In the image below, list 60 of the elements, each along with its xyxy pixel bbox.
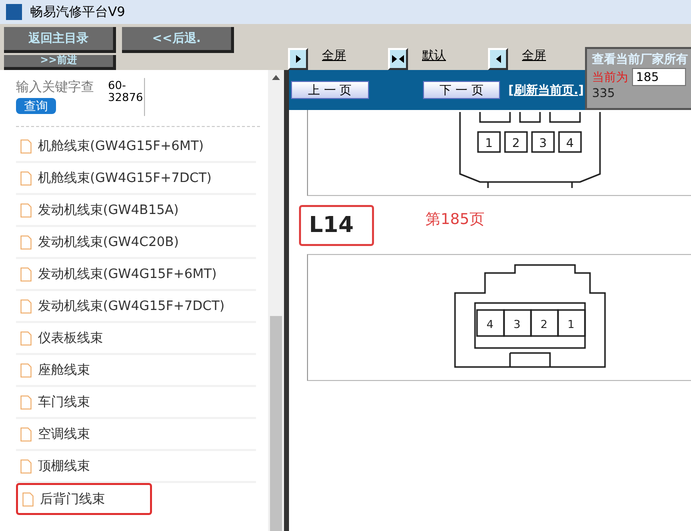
sidebar-item[interactable]: 空调线束 xyxy=(16,419,256,451)
item-label: 顶棚线束 xyxy=(38,458,90,475)
sidebar-item[interactable]: 后背门线束 xyxy=(16,483,152,515)
split-icon[interactable] xyxy=(388,48,408,70)
sidebar-item[interactable]: 发动机线束(GW4G15F+7DCT) xyxy=(16,291,256,323)
document-icon xyxy=(22,492,34,506)
item-label: 机舱线束(GW4G15F+7DCT) xyxy=(38,170,212,187)
page-total: 335 xyxy=(592,86,616,100)
item-label: 车门线束 xyxy=(38,394,90,411)
connector-drawing: 1 2 3 4 xyxy=(450,110,610,188)
next-page-button[interactable]: 下 一 页 xyxy=(422,81,500,99)
window-title: 畅易汽修平台V9 xyxy=(30,4,126,21)
toolbar-button[interactable]: >>前进 xyxy=(4,55,116,70)
sidebar-item[interactable]: 机舱线束(GW4G15F+6MT) xyxy=(16,131,256,163)
scroll-up-icon[interactable] xyxy=(272,74,280,80)
sidebar-item[interactable]: 仪表板线束 xyxy=(16,323,256,355)
sidebar-item[interactable]: 发动机线束(GW4G15F+6MT) xyxy=(16,259,256,291)
sidebar-item[interactable]: 机舱线束(GW4G15F+7DCT) xyxy=(16,163,256,195)
view-link[interactable]: 全屏 xyxy=(522,48,546,70)
item-label: 发动机线束(GW4G15F+6MT) xyxy=(38,266,217,283)
page-input[interactable]: 185 xyxy=(632,68,686,86)
toolbar-button[interactable]: 返回主目录 xyxy=(4,27,116,53)
item-label: 发动机线束(GW4B15A) xyxy=(38,202,179,219)
toolbar-button[interactable]: <<后退. xyxy=(122,27,234,53)
item-label: 发动机线束(GW4G15F+7DCT) xyxy=(38,298,225,315)
search-label: 输入关键字查 xyxy=(16,79,94,96)
item-label: 机舱线束(GW4G15F+6MT) xyxy=(38,138,204,155)
sidebar-item[interactable]: 发动机线束(GW4C20B) xyxy=(16,227,256,259)
document-icon xyxy=(20,202,32,218)
page-number: 第185页 xyxy=(426,210,484,228)
document-icon xyxy=(20,298,32,314)
view-link[interactable]: 全屏 xyxy=(322,48,346,70)
item-label: 仪表板线束 xyxy=(38,330,103,347)
item-label: 座舱线束 xyxy=(38,362,90,379)
document-icon xyxy=(20,234,32,250)
item-label: 空调线束 xyxy=(38,426,90,443)
sidebar-item[interactable]: 座舱线束 xyxy=(16,355,256,387)
sidebar-item[interactable]: 顶棚线束 xyxy=(16,451,256,483)
app-icon xyxy=(6,4,22,20)
current-label: 当前为 xyxy=(592,68,628,86)
document-icon xyxy=(20,170,32,186)
document-icon xyxy=(20,426,32,442)
item-label: 发动机线束(GW4C20B) xyxy=(38,234,179,251)
document-icon xyxy=(20,138,32,154)
item-label: 后背门线束 xyxy=(40,491,105,508)
view-link[interactable]: 默认 xyxy=(422,48,446,70)
document-icon xyxy=(20,394,32,410)
scroll-thumb[interactable] xyxy=(270,316,282,531)
search-button[interactable]: 查询 xyxy=(16,98,56,114)
sidebar-item[interactable]: 发动机线束(GW4B15A) xyxy=(16,195,256,227)
document-icon xyxy=(20,266,32,282)
page-box-title: 查看当前厂家所有 xyxy=(592,51,689,68)
refresh-link[interactable]: [刷新当前页.] xyxy=(508,82,584,98)
search-field[interactable]: 60- 32876 xyxy=(108,78,145,116)
document-icon xyxy=(20,362,32,378)
document-icon xyxy=(20,458,32,474)
connector-code: L14 xyxy=(299,204,374,246)
prev-page-button[interactable]: 上 一 页 xyxy=(291,81,369,99)
document-icon xyxy=(20,330,32,346)
sidebar-item[interactable]: 车门线束 xyxy=(16,387,256,419)
